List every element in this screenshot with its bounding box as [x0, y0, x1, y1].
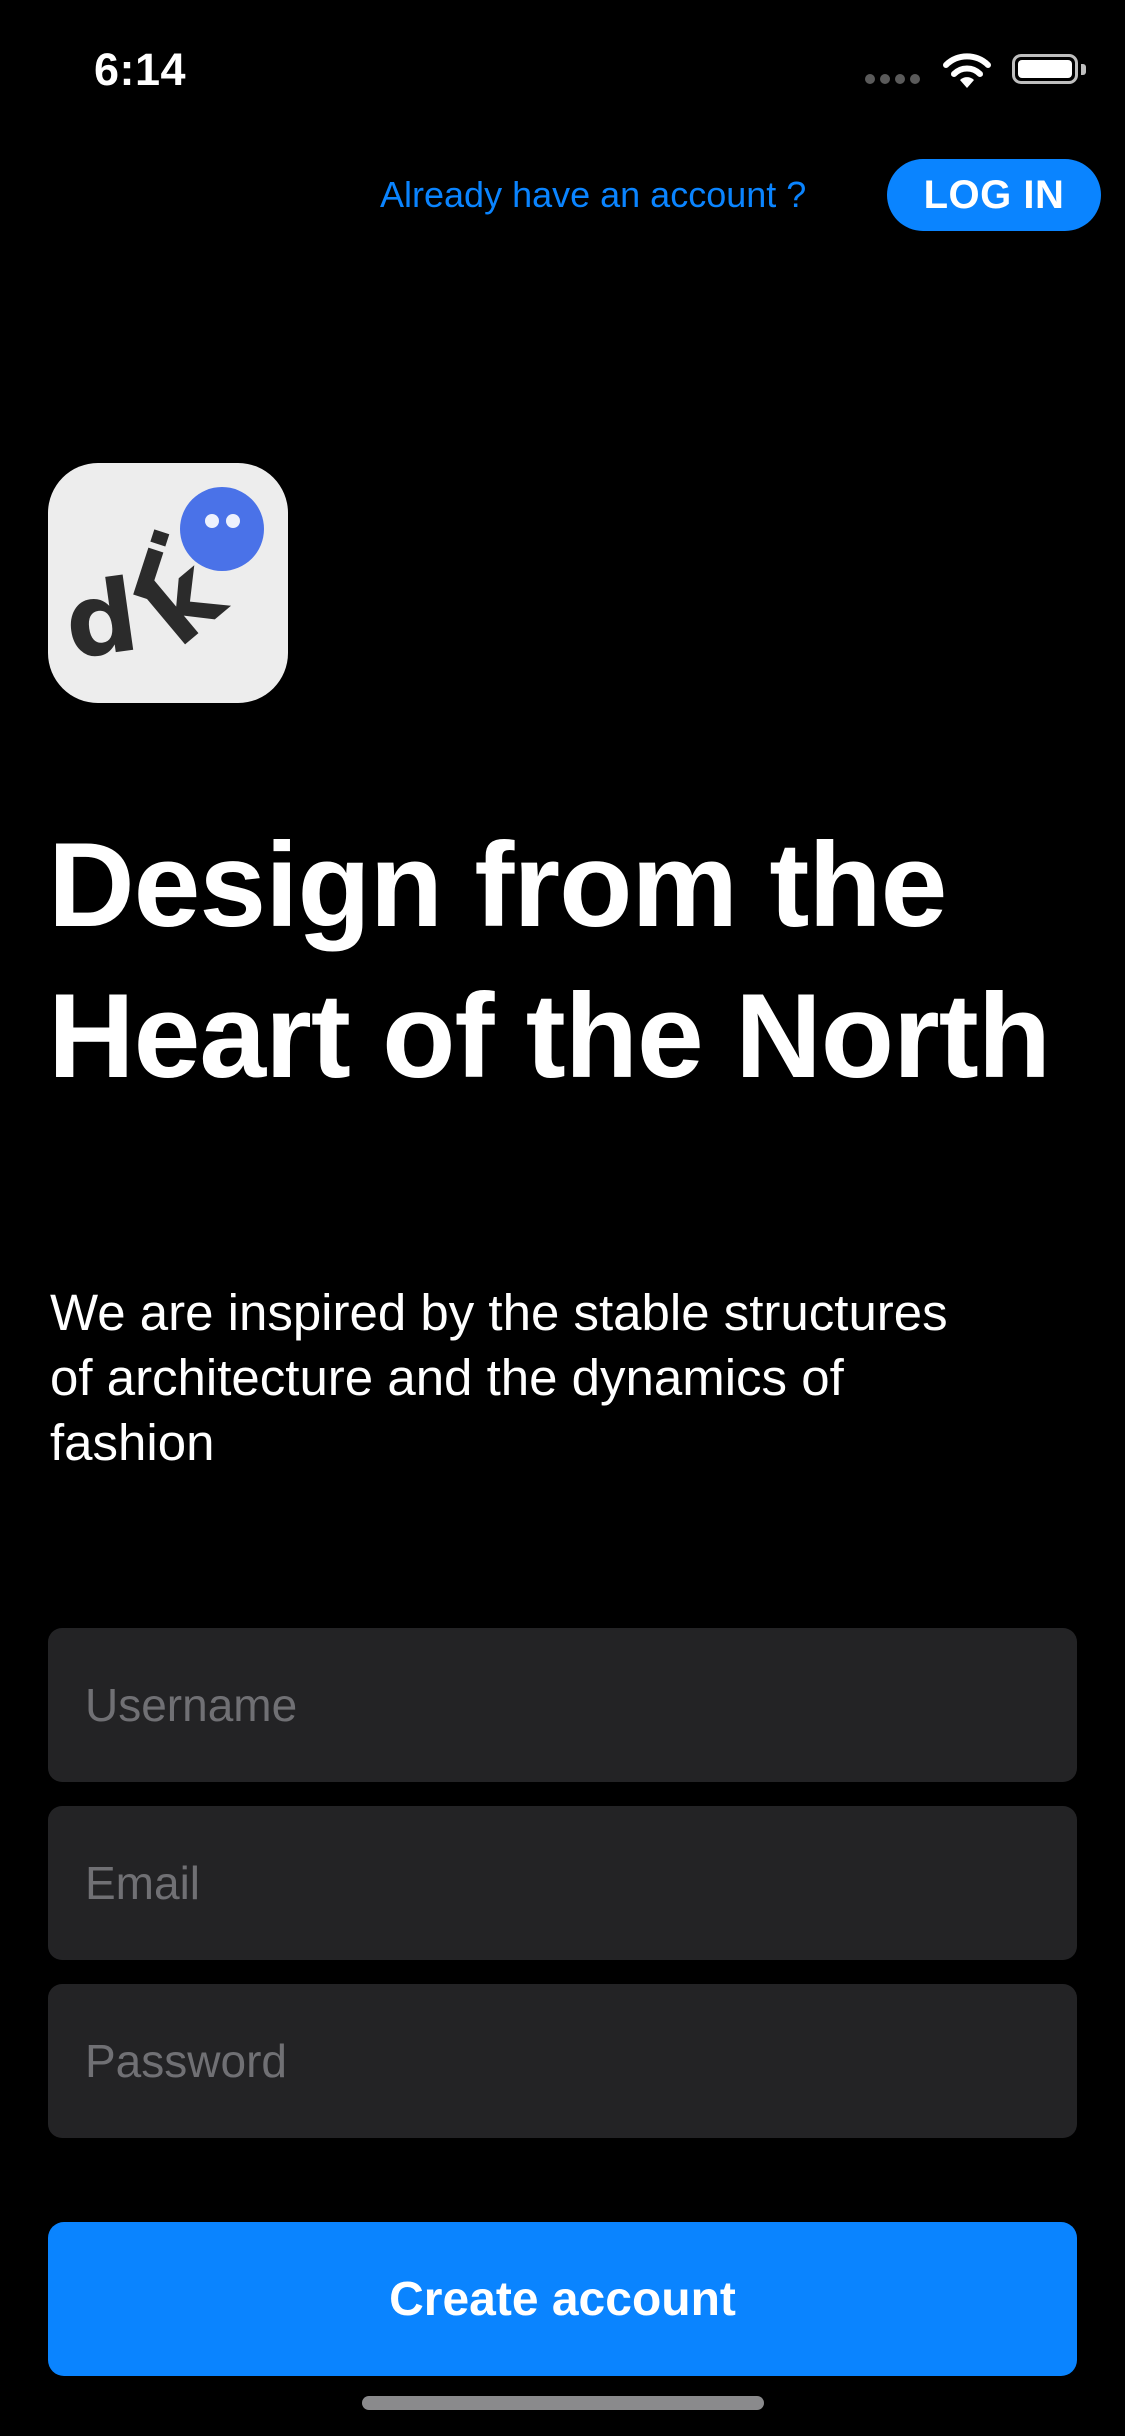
username-field[interactable]: [48, 1628, 1077, 1782]
battery-cap: [1081, 64, 1086, 75]
home-indicator[interactable]: [362, 2396, 764, 2410]
status-indicators: [865, 40, 1125, 100]
login-button[interactable]: LOG IN: [887, 159, 1101, 231]
cellular-signal-icon: [865, 74, 921, 86]
email-field[interactable]: [48, 1806, 1077, 1960]
password-field[interactable]: [48, 1984, 1077, 2138]
create-account-button[interactable]: Create account: [48, 2222, 1077, 2376]
page-subtitle: We are inspired by the stable structures…: [50, 1284, 948, 1471]
page-title: Design from the Heart of the North: [48, 818, 1051, 1103]
battery-icon: [1012, 54, 1078, 84]
status-time: 6:14: [94, 44, 187, 95]
already-have-account-text: Already have an account ?: [380, 174, 807, 215]
app-logo: d i k: [48, 463, 288, 703]
wifi-icon: [943, 53, 991, 88]
dik-logo-icon: d i k: [58, 487, 264, 682]
